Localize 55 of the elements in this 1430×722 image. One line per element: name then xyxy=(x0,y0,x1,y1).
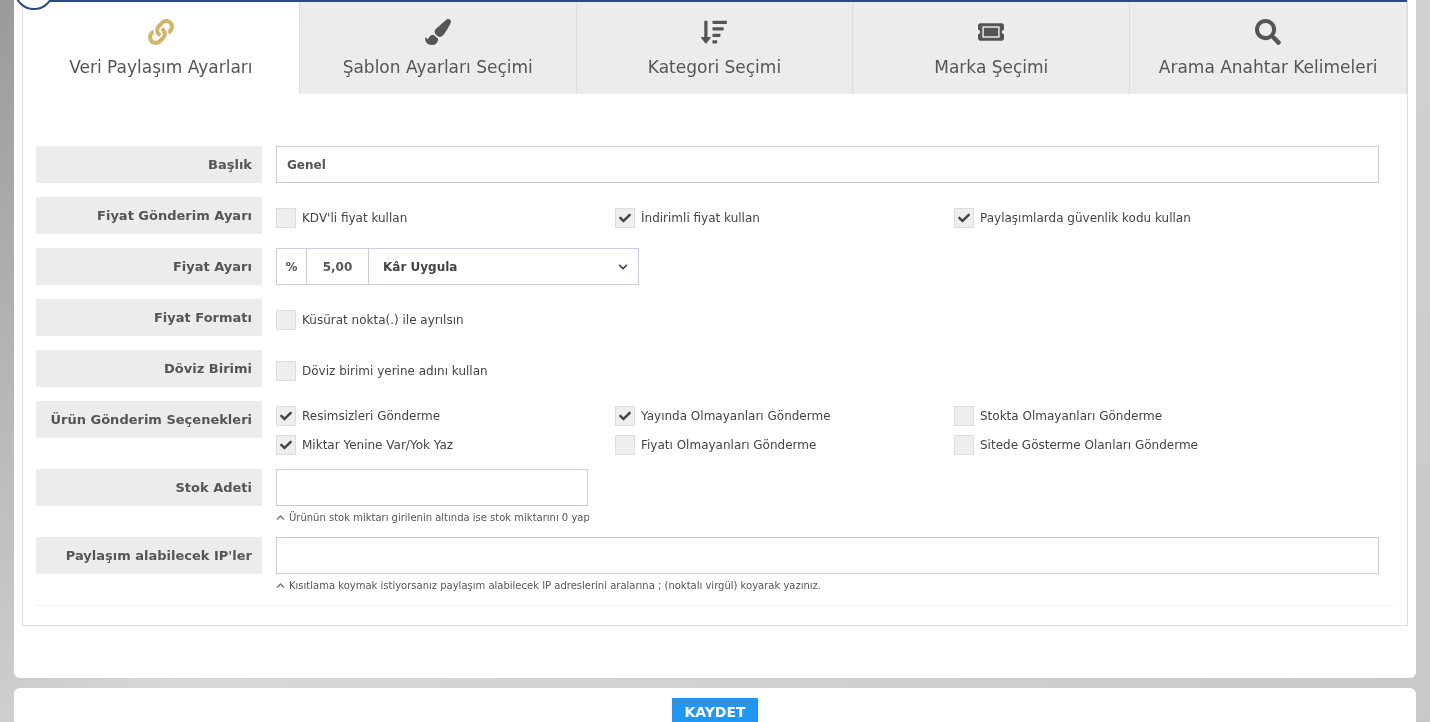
checkbox[interactable] xyxy=(615,208,635,228)
checkbox-label: Miktar Yenine Var/Yok Yaz xyxy=(302,438,454,452)
check-icon xyxy=(280,410,292,422)
field-label: Başlık xyxy=(36,146,262,183)
checkbox-label: Sitede Gösterme Olanları Gönderme xyxy=(980,438,1198,452)
field-label: Döviz Birimi xyxy=(36,350,262,387)
checkbox[interactable] xyxy=(954,208,974,228)
checkbox-label: Yayında Olmayanları Gönderme xyxy=(641,409,831,423)
checkbox-label: Fiyatı Olmayanları Gönderme xyxy=(641,438,817,452)
checkbox[interactable] xyxy=(276,435,296,455)
tab[interactable]: Marka Şeçimi xyxy=(853,2,1131,94)
paintbrush-icon xyxy=(424,19,451,45)
input-field[interactable] xyxy=(276,469,588,506)
checkbox[interactable] xyxy=(276,406,296,426)
checkbox-label: Küsürat nokta(.) ile ayrılsın xyxy=(302,313,464,327)
field-label: Stok Adeti xyxy=(36,469,262,506)
check-icon xyxy=(280,439,292,451)
tab[interactable]: Şablon Ayarları Seçimi xyxy=(299,2,577,94)
check-icon xyxy=(619,410,631,422)
checkbox-label: Resimsizleri Gönderme xyxy=(302,409,441,423)
checkbox-label: KDV'li fiyat kullan xyxy=(302,211,408,225)
checkbox[interactable] xyxy=(276,361,296,381)
hint-text: Ürünün stok miktarı girilenin altında ise stok miktarını 0 yap xyxy=(289,512,590,523)
checkbox[interactable] xyxy=(954,435,974,455)
field-label: Ürün Gönderim Seçenekleri xyxy=(36,401,262,438)
caret-icon xyxy=(276,513,285,522)
checkbox-label: İndirimli fiyat kullan xyxy=(641,211,760,225)
checkbox[interactable] xyxy=(615,435,635,455)
tab-label: Marka Şeçimi xyxy=(934,57,1049,77)
checkbox-label: Döviz birimi yerine adını kullan xyxy=(302,364,488,378)
tab-label: Şablon Ayarları Seçimi xyxy=(342,57,533,77)
tab[interactable]: Arama Anahtar Kelimeleri xyxy=(1130,2,1407,94)
checkbox[interactable] xyxy=(276,310,296,330)
field-label: Fiyat Formatı xyxy=(36,299,262,336)
checkbox[interactable] xyxy=(615,406,635,426)
field-label: Fiyat Gönderim Ayarı xyxy=(36,197,262,234)
check-icon xyxy=(958,212,970,224)
tab-label: Veri Paylaşım Ayarları xyxy=(69,57,253,77)
field-label: Fiyat Ayarı xyxy=(36,248,262,285)
tab[interactable]: Kategori Seçimi xyxy=(576,2,854,94)
hint-text: Kısıtlama koymak istiyorsanız paylaşım alabilecek IP adreslerini aralarına ; (noktalı virgül) koyarak yazınız. xyxy=(289,580,822,591)
sort-icon xyxy=(701,19,728,45)
input-field[interactable] xyxy=(276,537,1379,574)
checkbox-label: Paylaşımlarda güvenlik kodu kullan xyxy=(980,211,1191,225)
check-icon xyxy=(619,212,631,224)
tab-label: Kategori Seçimi xyxy=(647,57,782,77)
field-label: Paylaşım alabilecek IP'ler xyxy=(36,537,262,574)
caret-icon xyxy=(276,581,285,590)
checkbox[interactable] xyxy=(276,208,296,228)
link-icon xyxy=(147,19,174,45)
checkbox[interactable] xyxy=(954,406,974,426)
tab-label: Arama Anahtar Kelimeleri xyxy=(1158,57,1378,77)
checkbox-label: Stokta Olmayanları Gönderme xyxy=(980,409,1163,423)
input-field[interactable]: Genel xyxy=(276,146,1379,183)
search-icon xyxy=(1255,19,1282,45)
